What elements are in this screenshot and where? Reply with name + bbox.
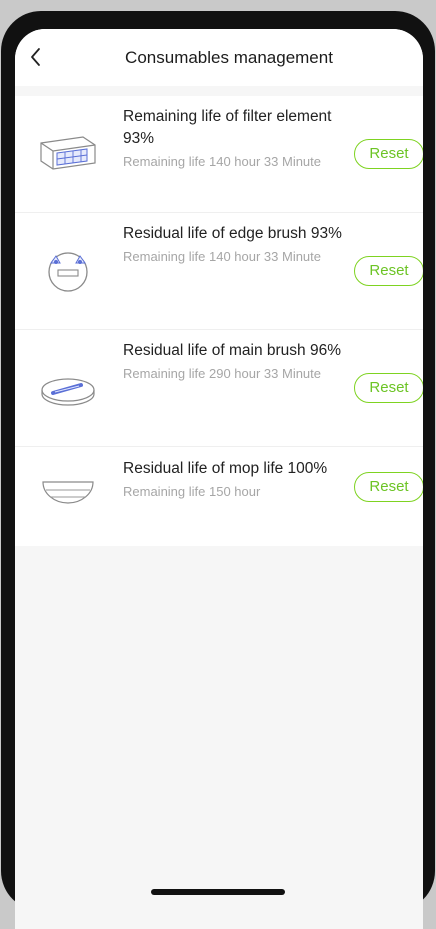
chevron-left-icon	[31, 48, 40, 66]
consumable-title: Residual life of edge brush 93%	[123, 225, 342, 242]
reset-button[interactable]: Reset	[354, 373, 423, 403]
list-item-filter-element: Remaining life of filter element 93% Rem…	[15, 96, 423, 213]
consumables-list: Remaining life of filter element 93% Rem…	[15, 96, 423, 546]
navigation-bar: Consumables management	[15, 29, 423, 86]
consumable-title: Residual life of mop life 100%	[123, 460, 328, 477]
consumable-title: Remaining life of filter element 93%	[123, 108, 332, 147]
consumable-remaining: Remaining life 290 hour 33 Minute	[123, 366, 322, 381]
consumable-text: Residual life of edge brush 93% Remainin…	[123, 223, 347, 266]
consumable-remaining: Remaining life 140 hour 33 Minute	[123, 249, 322, 264]
reset-button[interactable]: Reset	[354, 256, 423, 286]
consumable-text: Residual life of mop life 100% Remaining…	[123, 458, 347, 501]
app-screen: Consumables management Remaining life of…	[15, 29, 423, 929]
reset-button[interactable]: Reset	[354, 472, 423, 502]
consumable-remaining: Remaining life 140 hour 33 Minute	[123, 154, 322, 169]
consumable-text: Remaining life of filter element 93% Rem…	[123, 106, 347, 171]
reset-button[interactable]: Reset	[354, 139, 423, 169]
filter-element-icon	[40, 136, 96, 170]
edge-brush-icon	[48, 252, 88, 292]
list-item-edge-brush: Residual life of edge brush 93% Remainin…	[15, 213, 423, 330]
back-button[interactable]	[25, 45, 49, 69]
consumable-remaining: Remaining life 150 hour	[123, 484, 261, 499]
consumable-text: Residual life of main brush 96% Remainin…	[123, 340, 347, 383]
consumable-title: Residual life of main brush 96%	[123, 342, 341, 359]
mop-icon	[42, 481, 94, 504]
page-title: Consumables management	[125, 48, 333, 67]
list-item-mop: Residual life of mop life 100% Remaining…	[15, 447, 423, 546]
phone-bezel: Consumables management Remaining life of…	[1, 11, 435, 929]
home-indicator[interactable]	[151, 889, 285, 895]
device-frame: Consumables management Remaining life of…	[0, 0, 436, 929]
list-item-main-brush: Residual life of main brush 96% Remainin…	[15, 330, 423, 447]
main-brush-icon	[41, 378, 95, 406]
